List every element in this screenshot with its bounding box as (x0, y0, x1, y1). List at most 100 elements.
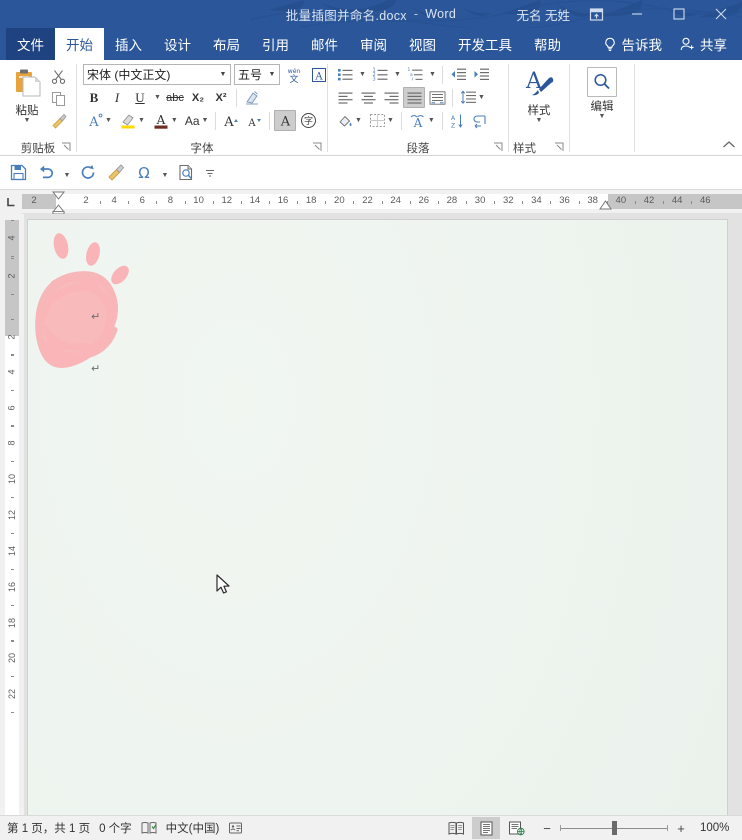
change-case-caret-icon[interactable]: ▼ (202, 117, 209, 124)
tab-design[interactable]: 设计 (153, 28, 202, 60)
minimize-icon[interactable] (616, 0, 658, 28)
proofing-errors-icon[interactable] (141, 816, 166, 840)
editing-dropdown-caret-icon[interactable]: ▼ (599, 113, 606, 120)
borders-caret-icon[interactable]: ▼ (387, 117, 394, 124)
left-indent-marker[interactable] (51, 191, 66, 214)
web-layout-icon[interactable] (502, 817, 530, 839)
horizontal-ruler[interactable]: 2 2 4 6 8 10 12 14 16 18 20 22 24 26 28 30 32 34 36 38 40 42 4… (0, 190, 742, 214)
strikethrough-button[interactable]: abc (164, 87, 186, 108)
underline-dropdown-caret-icon[interactable]: ▼ (152, 87, 163, 108)
clipboard-dialog-launcher[interactable] (61, 142, 72, 153)
tab-stop-selector[interactable] (0, 190, 22, 214)
document-page[interactable]: ↵ ↵ (28, 220, 727, 815)
phonetic-guide-button[interactable]: wén 文 (283, 64, 305, 85)
undo-dropdown-caret-icon[interactable]: ▼ (61, 160, 73, 186)
align-right-button[interactable] (380, 87, 402, 108)
character-shading-button[interactable]: A (274, 110, 297, 131)
tab-references[interactable]: 引用 (251, 28, 300, 60)
change-case-button[interactable]: Aa ▼ (182, 110, 212, 131)
symbol-button[interactable]: Ω (131, 160, 157, 186)
styles-button[interactable]: A 样式 ▼ (514, 66, 564, 125)
tab-view[interactable]: 视图 (398, 28, 447, 60)
bullets-caret-icon[interactable]: ▼ (357, 64, 368, 85)
print-preview-button[interactable] (173, 160, 199, 186)
redo-button[interactable] (75, 160, 101, 186)
tab-help[interactable]: 帮助 (523, 28, 572, 60)
numbering-caret-icon[interactable]: ▼ (392, 64, 403, 85)
text-highlight-button[interactable]: ▼ (116, 110, 148, 131)
distribute-text-button[interactable] (426, 87, 448, 108)
align-left-button[interactable] (334, 87, 356, 108)
cut-button[interactable] (48, 66, 70, 87)
editing-button[interactable]: 编辑 ▼ (578, 64, 626, 121)
paste-dropdown-caret-icon[interactable]: ▼ (24, 117, 31, 124)
tell-me-search[interactable]: 告诉我 (594, 28, 672, 60)
asian-layout-caret-icon[interactable]: ▼ (428, 117, 435, 124)
line-spacing-button[interactable]: ▼ (457, 87, 488, 108)
zoom-in-button[interactable]: + (674, 821, 688, 836)
character-border-button[interactable]: A (308, 64, 330, 85)
tab-review[interactable]: 审阅 (349, 28, 398, 60)
share-button[interactable]: 共享 (671, 28, 736, 60)
page-info[interactable]: 第 1 页，共 1 页 (7, 816, 99, 840)
sort-button[interactable]: AZ (447, 110, 469, 131)
maximize-icon[interactable] (658, 0, 700, 28)
vertical-ruler[interactable]: 4 2 2 4 6 8 10 12 14 16 18 20 22 (0, 214, 24, 815)
asian-layout-button[interactable]: A ▼ (406, 110, 438, 131)
font-size-dropdown-caret-icon[interactable]: ▼ (264, 65, 279, 84)
tab-home[interactable]: 开始 (55, 28, 104, 60)
language-indicator[interactable]: 中文(中国) (166, 816, 229, 840)
print-layout-icon[interactable] (472, 817, 500, 839)
format-painter-button[interactable] (103, 160, 129, 186)
tab-file[interactable]: 文件 (6, 28, 55, 60)
shading-button[interactable]: ▼ (334, 110, 365, 131)
multilevel-caret-icon[interactable]: ▼ (427, 64, 438, 85)
align-center-button[interactable] (357, 87, 379, 108)
zoom-slider[interactable] (560, 820, 668, 836)
format-painter-button[interactable] (48, 110, 70, 131)
underline-button[interactable]: U (129, 87, 151, 108)
customize-toolbar-button[interactable] (201, 160, 219, 186)
font-color-caret-icon[interactable]: ▼ (171, 117, 178, 124)
subscript-button[interactable]: X₂ (187, 87, 209, 108)
font-dialog-launcher[interactable] (312, 142, 323, 153)
read-mode-icon[interactable] (442, 817, 470, 839)
bullets-button[interactable] (334, 64, 356, 85)
line-spacing-caret-icon[interactable]: ▼ (478, 94, 485, 101)
multilevel-list-button[interactable]: 1ai (404, 64, 426, 85)
font-size-combo[interactable]: 五号 ▼ (234, 64, 280, 85)
document-canvas[interactable]: ↵ ↵ (24, 214, 742, 815)
zoom-level-label[interactable]: 100% (700, 822, 734, 834)
highlight-caret-icon[interactable]: ▼ (138, 117, 145, 124)
text-effects-button[interactable]: A ▼ (83, 110, 115, 131)
word-count[interactable]: 0 个字 (99, 816, 141, 840)
font-name-combo[interactable]: 宋体 (中文正文) ▼ (83, 64, 231, 85)
account-user-name[interactable]: 无名 无姓 (517, 0, 570, 28)
font-name-dropdown-caret-icon[interactable]: ▼ (215, 65, 230, 84)
symbol-dropdown-caret-icon[interactable]: ▼ (159, 160, 171, 186)
paragraph-dialog-launcher[interactable] (493, 142, 504, 153)
right-indent-marker[interactable] (598, 199, 613, 214)
styles-dropdown-caret-icon[interactable]: ▼ (536, 117, 543, 124)
decrease-indent-button[interactable] (447, 64, 469, 85)
numbering-button[interactable]: 123 (369, 64, 391, 85)
copy-button[interactable] (48, 88, 70, 109)
justify-button[interactable] (403, 87, 425, 108)
tab-developer[interactable]: 开发工具 (447, 28, 523, 60)
zoom-slider-thumb[interactable] (612, 821, 617, 835)
increase-indent-button[interactable] (470, 64, 492, 85)
clear-formatting-button[interactable] (241, 87, 263, 108)
save-button[interactable] (5, 160, 31, 186)
show-paragraph-marks-button[interactable] (470, 110, 492, 131)
zoom-out-button[interactable]: − (540, 821, 554, 836)
borders-button[interactable]: ▼ (366, 110, 397, 131)
tab-insert[interactable]: 插入 (104, 28, 153, 60)
text-effects-caret-icon[interactable]: ▼ (105, 117, 112, 124)
grow-font-button[interactable]: A (220, 110, 242, 131)
superscript-button[interactable]: X² (210, 87, 232, 108)
ruler-track[interactable]: 2 2 4 6 8 10 12 14 16 18 20 22 24 26 28 30 32 34 36 38 40 42 4… (22, 190, 742, 214)
styles-dialog-launcher[interactable] (554, 142, 565, 153)
ribbon-display-options-icon[interactable] (576, 0, 616, 28)
paste-button[interactable]: 粘贴 ▼ (6, 64, 48, 125)
font-color-button[interactable]: A ▼ (149, 110, 181, 131)
